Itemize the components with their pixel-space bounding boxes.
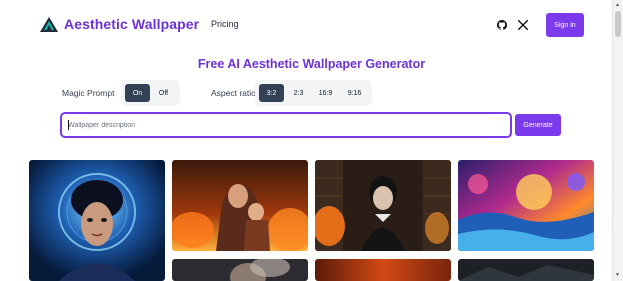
nav-pricing-link[interactable]: Pricing <box>211 19 239 29</box>
gallery-image-fantasy-landscape[interactable] <box>458 160 594 251</box>
gallery-image-girl-library-fire[interactable] <box>315 160 451 251</box>
generate-button[interactable]: Generate <box>515 114 561 136</box>
search-box <box>60 112 512 138</box>
scroll-up-icon[interactable]: ▲ <box>615 2 620 8</box>
aspect-ratio-2-3[interactable]: 2:3 <box>286 84 311 102</box>
magic-prompt-on[interactable]: On <box>125 84 150 102</box>
gallery-image-dark-portrait[interactable] <box>172 259 308 281</box>
page-title: Free AI Aesthetic Wallpaper Generator <box>197 57 426 71</box>
scroll-down-icon[interactable]: ▼ <box>615 272 620 278</box>
magic-prompt-label: Magic Prompt <box>62 88 115 98</box>
gallery-image-mother-child-fire[interactable] <box>172 160 308 251</box>
gallery-image-blue-portrait[interactable] <box>29 160 165 281</box>
text-caret <box>68 120 69 130</box>
x-icon[interactable] <box>518 20 528 30</box>
aspect-ratio-selector: 3:2 2:3 16:9 9:16 <box>255 80 372 106</box>
gallery-image-dark-landscape[interactable] <box>458 259 594 281</box>
aspect-ratio-9-16[interactable]: 9:16 <box>341 84 368 102</box>
wallpaper-description-input[interactable] <box>68 118 498 132</box>
scrollbar[interactable]: ▲ ▼ <box>612 0 623 281</box>
gallery-image-orange-scene[interactable] <box>315 259 451 281</box>
github-icon[interactable] <box>497 20 507 30</box>
scroll-thumb[interactable] <box>615 11 621 37</box>
aspect-ratio-3-2[interactable]: 3:2 <box>259 84 284 102</box>
aspect-ratio-16-9[interactable]: 16:9 <box>313 84 338 102</box>
aspect-ratio-label: Aspect ratio <box>211 88 256 98</box>
logo-icon[interactable] <box>40 17 58 32</box>
brand-name[interactable]: Aesthetic Wallpaper <box>64 16 199 32</box>
header: Aesthetic Wallpaper Pricing Sign in <box>0 0 610 50</box>
magic-prompt-toggle: On Off <box>121 80 180 106</box>
magic-prompt-off[interactable]: Off <box>151 84 176 102</box>
sign-in-button[interactable]: Sign in <box>546 13 584 37</box>
